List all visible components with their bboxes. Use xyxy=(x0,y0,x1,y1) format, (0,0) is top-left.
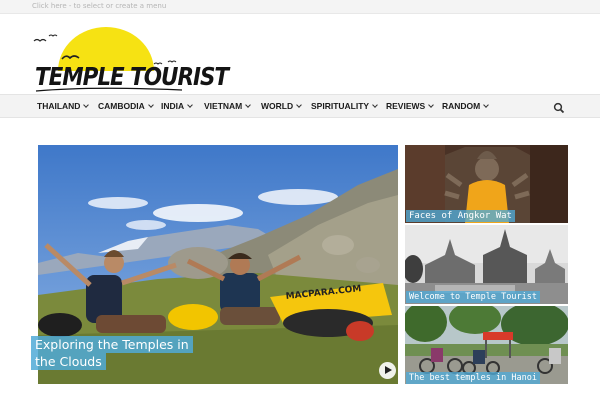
nav-item-random[interactable]: RANDOM xyxy=(442,101,490,111)
featured-side-post-3[interactable]: The best temples in Hanoi xyxy=(405,306,568,384)
nav-label: REVIEWS xyxy=(386,101,426,111)
chevron-down-icon xyxy=(83,102,90,108)
nav-item-reviews[interactable]: REVIEWS xyxy=(386,101,435,111)
nav-item-india[interactable]: INDIA xyxy=(161,101,193,111)
nav-label: SPIRITUALITY xyxy=(311,101,370,111)
side-post-2-title: Welcome to Temple Tourist xyxy=(406,291,540,303)
main-nav: THAILAND CAMBODIA INDIA VIETNAM WORLD SP… xyxy=(0,94,600,118)
nav-item-spirituality[interactable]: SPIRITUALITY xyxy=(311,101,378,111)
site-logo[interactable]: TEMPLE TOURIST xyxy=(32,24,229,96)
chevron-down-icon xyxy=(147,102,154,108)
chevron-down-icon xyxy=(428,102,435,108)
nav-label: INDIA xyxy=(161,101,185,111)
search-button[interactable] xyxy=(553,101,565,114)
featured-side-post-1[interactable]: Faces of Angkor Wat xyxy=(405,145,568,223)
nav-label: VIETNAM xyxy=(204,101,243,111)
nav-label: THAILAND xyxy=(37,101,81,111)
nav-item-cambodia[interactable]: CAMBODIA xyxy=(98,101,154,111)
chevron-down-icon xyxy=(483,102,490,108)
search-icon xyxy=(553,102,565,114)
nav-item-thailand[interactable]: THAILAND xyxy=(37,101,90,111)
nav-item-vietnam[interactable]: VIETNAM xyxy=(204,101,252,111)
featured-main-title[interactable]: Exploring the Temples in the Clouds xyxy=(31,336,206,370)
nav-item-world[interactable]: WORLD xyxy=(261,101,302,111)
chevron-down-icon xyxy=(187,102,193,108)
nav-label: WORLD xyxy=(261,101,294,111)
play-icon[interactable] xyxy=(379,362,396,379)
nav-label: CAMBODIA xyxy=(98,101,145,111)
side-post-3-title: The best temples in Hanoi xyxy=(406,372,540,384)
logo-text: TEMPLE TOURIST xyxy=(35,62,229,91)
top-menu-link[interactable]: Click here - to select or create a menu xyxy=(32,2,166,10)
chevron-down-icon xyxy=(372,102,378,108)
chevron-down-icon xyxy=(296,102,302,108)
top-bar: Click here - to select or create a menu xyxy=(0,0,600,14)
chevron-down-icon xyxy=(245,102,252,108)
featured-side-post-2[interactable]: Welcome to Temple Tourist xyxy=(405,225,568,304)
side-post-1-title: Faces of Angkor Wat xyxy=(406,210,515,222)
nav-label: RANDOM xyxy=(442,101,481,111)
